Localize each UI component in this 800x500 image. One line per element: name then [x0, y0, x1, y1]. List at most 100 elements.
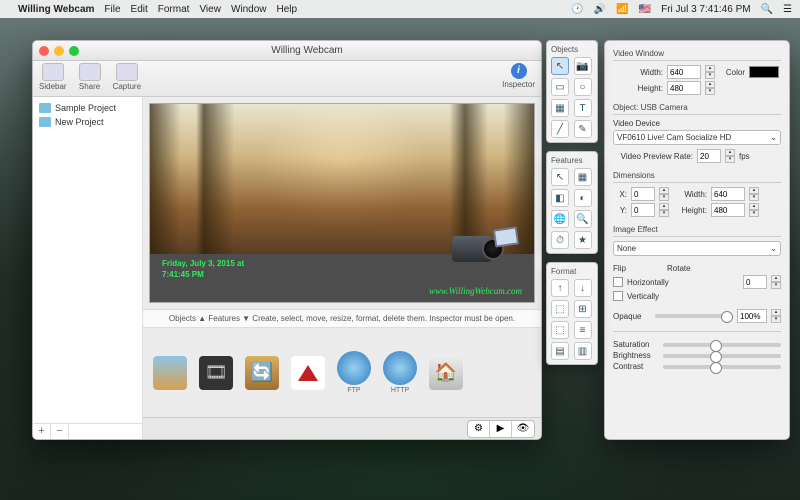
rotate-input[interactable] [743, 275, 767, 289]
spotlight-icon[interactable]: 🔍 [761, 4, 773, 15]
line-tool[interactable]: ╱ [551, 120, 569, 138]
flip-vert-checkbox[interactable] [613, 291, 623, 301]
globe-feature[interactable]: 🌐 [551, 210, 569, 228]
menu-edit[interactable]: Edit [131, 4, 148, 15]
rect-tool[interactable]: ▭ [551, 78, 569, 96]
menu-help[interactable]: Help [277, 4, 298, 15]
circle-tool[interactable]: ○ [574, 78, 592, 96]
shape-source[interactable] [291, 356, 325, 390]
transition-source[interactable]: 🔄 [245, 356, 279, 390]
flag-icon[interactable]: 🇺🇸 [639, 4, 651, 15]
inspector-button[interactable]: iInspector [502, 63, 535, 89]
align-left[interactable]: ⬚ [551, 300, 569, 318]
features-label: Features [551, 156, 593, 165]
sidebar-item-new[interactable]: New Project [35, 115, 140, 129]
y-input[interactable] [631, 203, 655, 217]
vw-width-stepper[interactable]: ▴▾ [705, 65, 715, 79]
menu-format[interactable]: Format [158, 4, 190, 15]
vw-width-input[interactable] [667, 65, 701, 79]
hint-text: Objects ▲ Features ▼ Create, select, mov… [143, 309, 541, 328]
layout[interactable]: ▥ [574, 342, 592, 360]
opaque-slider[interactable] [655, 314, 733, 318]
home-source[interactable]: 🏠 [429, 356, 463, 390]
add-project-button[interactable]: + [33, 424, 51, 439]
color-swatch[interactable] [749, 66, 779, 78]
align-center[interactable]: ⊞ [574, 300, 592, 318]
image-source[interactable] [153, 356, 187, 390]
main-window: Willing Webcam Sidebar Share Capture iIn… [32, 40, 542, 440]
sidebar-toggle[interactable]: Sidebar [39, 63, 67, 91]
titlebar[interactable]: Willing Webcam [33, 41, 541, 61]
vw-height-stepper[interactable]: ▴▾ [705, 81, 715, 95]
notification-icon[interactable]: ☰ [783, 4, 792, 15]
video-device-select[interactable]: VF0610 Live! Cam Socialize HD⌄ [613, 130, 781, 145]
pen-tool[interactable]: ✎ [574, 120, 592, 138]
dim-width-input[interactable] [711, 187, 745, 201]
rate-stepper[interactable]: ▴▾ [725, 149, 735, 163]
window-title: Willing Webcam [79, 45, 535, 56]
cursor-feature[interactable]: ↖ [551, 168, 569, 186]
clock[interactable]: Fri Jul 3 7:41:46 PM [661, 4, 750, 15]
x-input[interactable] [631, 187, 655, 201]
dimensions-header: Dimensions [613, 171, 781, 183]
http-source[interactable] [383, 351, 417, 385]
zoom-feature[interactable]: 🔍 [574, 210, 592, 228]
minimize-button[interactable] [54, 46, 64, 56]
zoom-button[interactable] [69, 46, 79, 56]
saturation-slider[interactable] [663, 343, 781, 347]
align-right[interactable]: ⬚ [551, 321, 569, 339]
record-button[interactable]: ▶ [490, 421, 512, 437]
camera-tool[interactable]: 📷 [574, 57, 592, 75]
sidebar-item-sample[interactable]: Sample Project [35, 101, 140, 115]
bring-front[interactable]: ↑ [551, 279, 569, 297]
motion-feature[interactable]: ◐ [574, 189, 592, 207]
color-feature[interactable]: ◧ [551, 189, 569, 207]
volume-icon[interactable]: 🔊 [594, 4, 606, 15]
dim-height-input[interactable] [711, 203, 745, 217]
grid-snap[interactable]: ▤ [551, 342, 569, 360]
video-preview[interactable]: Friday, July 3, 2015 at7:41:45 PM www.Wi… [149, 103, 535, 303]
close-button[interactable] [39, 46, 49, 56]
wifi-icon[interactable]: 📶 [616, 4, 628, 15]
image-effect-select[interactable]: None⌄ [613, 241, 781, 256]
footer-controls: ⚙ ▶ 👁 [143, 417, 541, 439]
compass-icon[interactable]: 🕑 [571, 4, 583, 15]
timestamp-overlay: Friday, July 3, 2015 at7:41:45 PM [162, 259, 244, 280]
distribute[interactable]: ≡ [574, 321, 592, 339]
object-header: Object: USB Camera [613, 103, 781, 115]
opaque-input[interactable] [737, 309, 767, 323]
content-area: Friday, July 3, 2015 at7:41:45 PM www.Wi… [143, 97, 541, 439]
image-tool[interactable]: ▦ [551, 99, 569, 117]
ftp-source[interactable] [337, 351, 371, 385]
tool-palette: Objects ↖ 📷 ▭ ○ ▦ T ╱ ✎ Features ↖ ▦ ◧ ◐… [546, 40, 598, 365]
capture-button[interactable]: Capture [113, 63, 141, 91]
preview-rate-input[interactable] [697, 149, 721, 163]
pointer-tool[interactable]: ↖ [551, 57, 569, 75]
menu-window[interactable]: Window [231, 4, 267, 15]
view-button[interactable]: 👁 [512, 421, 534, 437]
text-tool[interactable]: T [574, 99, 592, 117]
url-overlay: www.WillingWebcam.com [429, 286, 522, 296]
star-feature[interactable]: ★ [574, 231, 592, 249]
movie-source[interactable]: 🎞 [199, 356, 233, 390]
grid-feature[interactable]: ▦ [574, 168, 592, 186]
brightness-slider[interactable] [663, 354, 781, 358]
video-window-header: Video Window [613, 49, 781, 61]
remove-project-button[interactable]: − [51, 424, 69, 439]
toolbar: Sidebar Share Capture iInspector [33, 61, 541, 97]
format-label: Format [551, 267, 593, 276]
app-menu[interactable]: Willing Webcam [18, 4, 94, 15]
device-label: Video Device [613, 119, 781, 128]
menu-view[interactable]: View [199, 4, 221, 15]
timer-feature[interactable]: ⏱ [551, 231, 569, 249]
contrast-slider[interactable] [663, 365, 781, 369]
vw-height-input[interactable] [667, 81, 701, 95]
menu-file[interactable]: File [104, 4, 120, 15]
camcorder-icon [444, 224, 514, 274]
flip-horiz-checkbox[interactable] [613, 277, 623, 287]
source-strip: 🎞 🔄 FTP HTTP 🏠 [143, 328, 541, 417]
settings-button[interactable]: ⚙ [468, 421, 490, 437]
send-back[interactable]: ↓ [574, 279, 592, 297]
share-button[interactable]: Share [79, 63, 101, 91]
folder-icon [39, 117, 51, 127]
